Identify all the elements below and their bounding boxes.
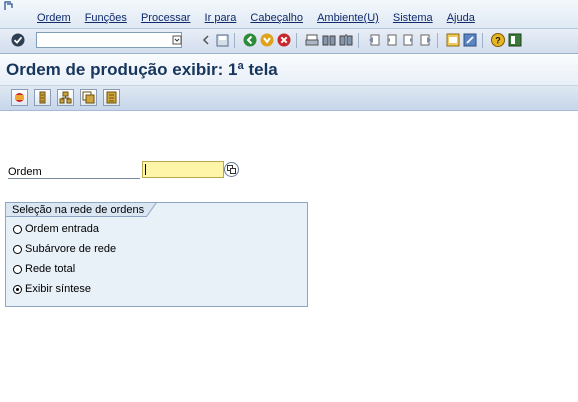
help-icon[interactable]: ? xyxy=(490,32,506,48)
document-icon[interactable] xyxy=(103,89,120,106)
menu-funcoes[interactable]: Funções xyxy=(85,12,127,24)
title-bar: Ordem de produção exibir: 1ª tela xyxy=(0,54,578,86)
toolbar-separator xyxy=(358,33,359,48)
radio-label: Rede total xyxy=(25,263,76,275)
operations-icon[interactable] xyxy=(34,89,51,106)
menu-icon[interactable] xyxy=(4,1,14,11)
toolbar-separator xyxy=(437,33,438,48)
previous-page-icon[interactable] xyxy=(383,32,399,48)
toolbar-separator xyxy=(482,33,483,48)
enter-icon[interactable] xyxy=(10,32,26,48)
back-arrow-icon[interactable] xyxy=(198,32,214,48)
page-title: Ordem de produção exibir: 1ª tela xyxy=(6,60,278,79)
next-page-icon[interactable] xyxy=(400,32,416,48)
menu-sistema[interactable]: Sistema xyxy=(393,12,433,24)
menubar: Ordem Funções Processar Ir para Cabeçalh… xyxy=(0,0,578,28)
radio-button[interactable] xyxy=(13,244,22,254)
layout-menu-icon[interactable] xyxy=(507,32,523,48)
group-title: Seleção na rede de ordens xyxy=(12,204,145,216)
find-next-icon[interactable] xyxy=(338,32,354,48)
save-icon[interactable] xyxy=(214,32,230,48)
toolbar-separator xyxy=(234,33,235,48)
order-header-icon[interactable] xyxy=(11,89,28,106)
svg-text:?: ? xyxy=(495,36,501,46)
ordem-label-underline xyxy=(8,178,140,179)
copy-icon[interactable] xyxy=(80,89,97,106)
radio-label: Ordem entrada xyxy=(25,223,99,235)
radio-label: Subárvore de rede xyxy=(25,243,117,255)
radio-subarvore-de-rede[interactable]: Subárvore de rede xyxy=(13,243,116,255)
hierarchy-icon[interactable] xyxy=(57,89,74,106)
shortcut-icon[interactable] xyxy=(462,32,478,48)
find-icon[interactable] xyxy=(321,32,337,48)
menu-ajuda[interactable]: Ajuda xyxy=(447,12,475,24)
menu-items: Ordem Funções Processar Ir para Cabeçalh… xyxy=(37,12,486,24)
back-icon[interactable] xyxy=(242,32,258,48)
new-session-icon[interactable] xyxy=(445,32,461,48)
menu-cabecalho[interactable]: Cabeçalho xyxy=(250,12,303,24)
last-page-icon[interactable] xyxy=(417,32,433,48)
text-cursor xyxy=(145,164,146,175)
toolbar-separator xyxy=(296,33,297,48)
menu-ambiente[interactable]: Ambiente(U) xyxy=(317,12,379,24)
radio-rede-total[interactable]: Rede total xyxy=(13,263,75,275)
command-history-icon[interactable] xyxy=(169,32,185,48)
application-toolbar xyxy=(0,86,578,111)
search-help-icon[interactable] xyxy=(224,162,239,177)
radio-button[interactable] xyxy=(13,284,22,294)
command-field[interactable] xyxy=(36,32,182,48)
first-page-icon[interactable] xyxy=(366,32,382,48)
exit-icon[interactable] xyxy=(259,32,275,48)
radio-button[interactable] xyxy=(13,264,22,274)
menu-ir-para[interactable]: Ir para xyxy=(205,12,237,24)
ordem-label: Ordem xyxy=(8,166,42,178)
radio-label: Exibir síntese xyxy=(25,283,92,295)
menu-ordem[interactable]: Ordem xyxy=(37,12,71,24)
radio-exibir-sintese[interactable]: Exibir síntese xyxy=(13,283,91,295)
radio-button[interactable] xyxy=(13,224,22,234)
print-icon[interactable] xyxy=(304,32,320,48)
menu-processar[interactable]: Processar xyxy=(141,12,191,24)
radio-ordem-entrada[interactable]: Ordem entrada xyxy=(13,223,99,235)
cancel-icon[interactable] xyxy=(276,32,292,48)
standard-toolbar: ? xyxy=(0,28,578,54)
ordem-input[interactable] xyxy=(142,161,224,178)
